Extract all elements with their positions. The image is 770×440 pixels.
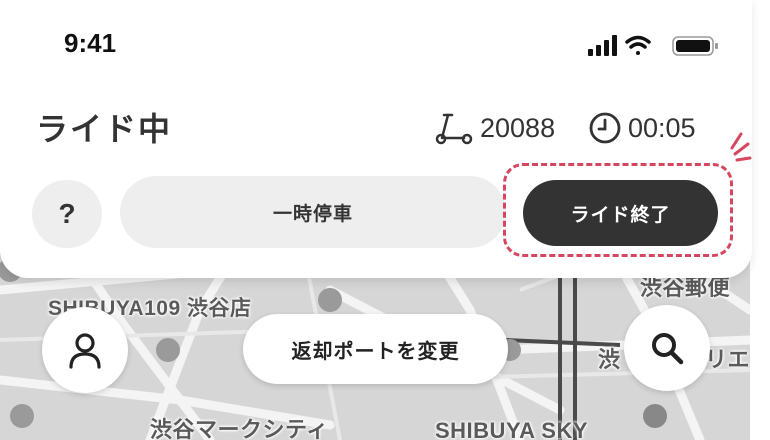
profile-button[interactable] [42, 307, 128, 393]
vehicle-info: 20088 [434, 108, 555, 148]
ride-status-sheet: 9:41 ライド中 20088 00:05 ? 一時停車 ライド終了 [0, 0, 752, 278]
status-icons [588, 35, 718, 56]
wifi-icon [625, 35, 651, 55]
map-label-shibuya-sky: SHIBUYA SKY [435, 418, 589, 440]
map-label-mark-city: 渋谷マークシティ [150, 417, 329, 440]
search-icon [652, 333, 684, 365]
end-ride-label: ライド終了 [570, 203, 671, 226]
elapsed-time-value: 00:05 [628, 112, 696, 143]
vehicle-id: 20088 [480, 112, 556, 143]
signal-icon [588, 35, 617, 56]
page-title: ライド中 [36, 110, 173, 148]
person-icon [69, 333, 101, 369]
change-port-label: 返却ポートを変更 [291, 338, 460, 363]
scooter-icon [435, 113, 473, 145]
search-button[interactable] [624, 305, 710, 391]
status-bar: 9:41 [0, 0, 752, 92]
status-time: 9:41 [64, 28, 117, 58]
end-ride-button[interactable]: ライド終了 [523, 180, 718, 246]
sparkle-accent [730, 132, 752, 162]
battery-icon [672, 36, 718, 56]
map-label-shibu: 渋 [598, 347, 621, 372]
help-button[interactable]: ? [32, 180, 102, 248]
map-label-rie: リエ [705, 347, 750, 372]
change-return-port-button[interactable]: 返却ポートを変更 [243, 314, 508, 384]
clock-icon [589, 112, 621, 144]
help-label: ? [58, 198, 76, 229]
pause-button[interactable]: 一時停車 [120, 176, 506, 248]
elapsed-time: 00:05 [588, 108, 696, 148]
pause-label: 一時停車 [272, 202, 353, 225]
